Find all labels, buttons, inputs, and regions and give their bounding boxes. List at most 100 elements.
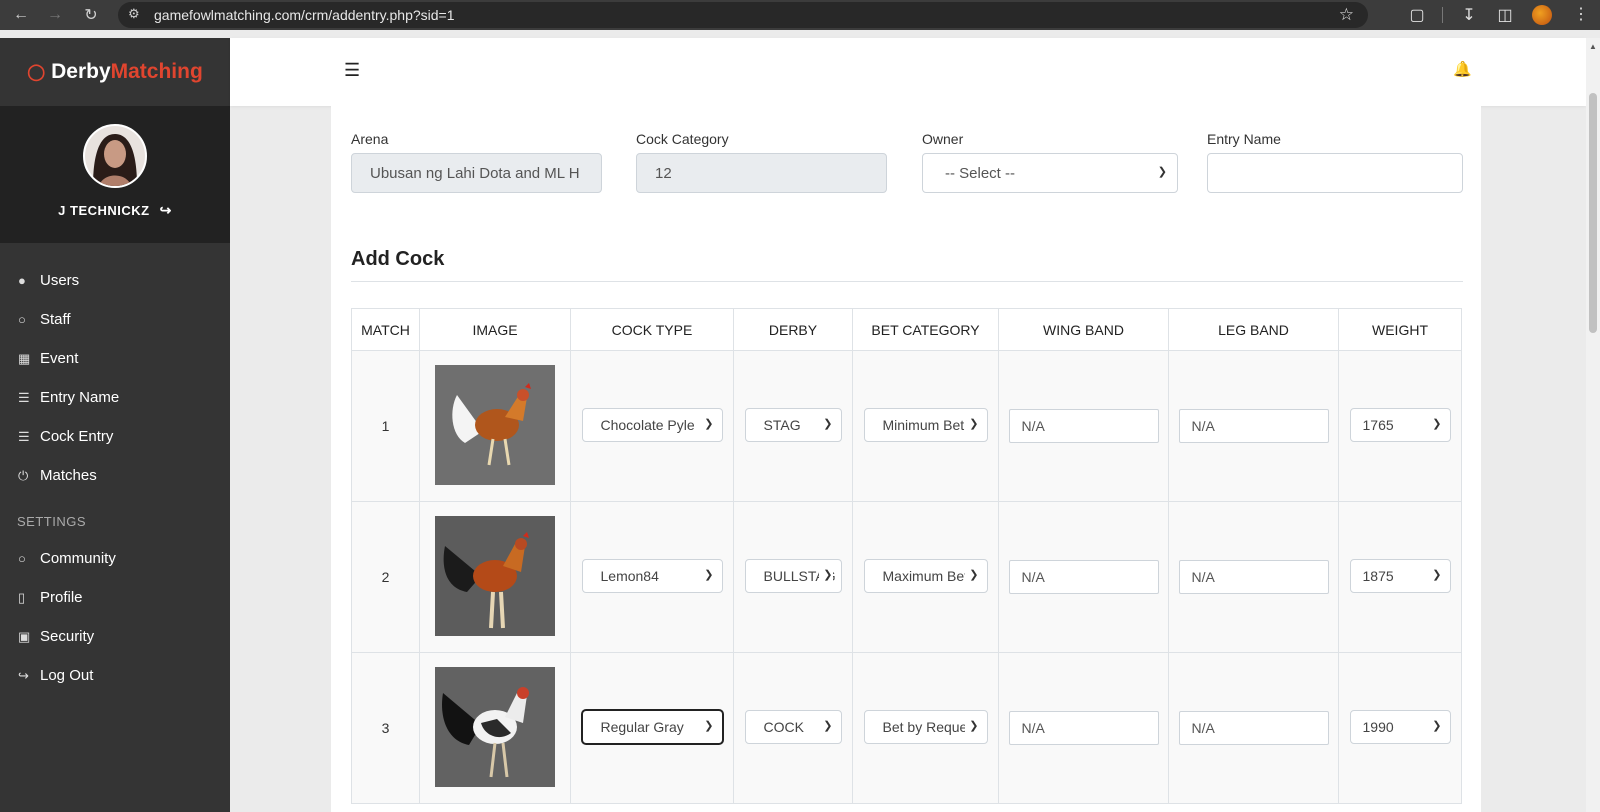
brand-logo[interactable]: ◯ Derby Matching: [0, 38, 230, 106]
toolbar-divider: [1442, 7, 1443, 23]
cock-type-value: Lemon84: [600, 567, 659, 584]
chevron-down-icon: ❯: [1428, 567, 1442, 581]
cock-type-select[interactable]: Chocolate Pyle ❯: [581, 407, 723, 442]
leg-band-input[interactable]: N/A: [1178, 711, 1329, 745]
scroll-thumb[interactable]: [1589, 93, 1597, 333]
chevron-down-icon: ❯: [965, 416, 979, 430]
leg-band-input[interactable]: N/A: [1178, 409, 1329, 443]
arena-label: Arena: [351, 131, 389, 147]
users-icon: ●: [18, 273, 26, 288]
weight-select[interactable]: 1990 ❯: [1349, 709, 1451, 744]
wing-band-input[interactable]: N/A: [1008, 409, 1159, 443]
user-name: J TECHNICKZ ↪: [58, 202, 172, 219]
bell-icon[interactable]: 🔔: [1453, 60, 1472, 78]
column-header-derby: DERBY: [733, 308, 853, 351]
derby-select[interactable]: BULLSTAG ❯: [744, 558, 842, 593]
browser-profile-avatar[interactable]: [1532, 5, 1552, 25]
logout-icon: ↪: [18, 667, 29, 683]
chevron-down-icon: ❯: [819, 567, 833, 581]
derby-cell: COCK ❯: [733, 652, 853, 804]
column-header-leg-band: LEG BAND: [1168, 308, 1339, 351]
reload-icon[interactable]: ↻: [80, 4, 102, 26]
wing-band-cell: N/A: [998, 350, 1169, 502]
download-icon[interactable]: ↧: [1458, 4, 1480, 26]
sidebar-item-label: Profile: [40, 589, 83, 606]
flame-icon: ◯: [27, 64, 46, 81]
sidebar-item-users[interactable]: ● Users: [0, 261, 230, 300]
sidebar: ◯ Derby Matching J TECHNICKZ ↪ ● Users ○ St…: [0, 38, 230, 812]
derby-value: COCK: [763, 718, 804, 735]
sidebar-item-community[interactable]: ○ Community: [0, 539, 230, 578]
bet-category-select[interactable]: Bet by Request ❯: [863, 709, 988, 744]
column-header-weight: WEIGHT: [1338, 308, 1462, 351]
site-info-icon[interactable]: ⚙: [128, 6, 140, 22]
hamburger-menu-icon[interactable]: ☰: [344, 60, 360, 81]
add-entry-card: Arena Ubusan ng Lahi Dota and ML H Cock …: [331, 106, 1481, 812]
sidebar-item-entry-name[interactable]: ☰ Entry Name: [0, 378, 230, 417]
leg-band-cell: N/A: [1168, 652, 1339, 804]
page-scrollbar[interactable]: ▲: [1586, 38, 1600, 812]
list-icon: ☰: [18, 428, 30, 444]
list-icon: ☰: [18, 389, 30, 405]
table-row: 1 Chocolate Pyle ❯ STAG ❯ Minimum Bet ❯ …: [351, 350, 1462, 502]
user-panel: J TECHNICKZ ↪: [0, 106, 230, 243]
scroll-up-arrow-icon[interactable]: ▲: [1589, 42, 1597, 51]
browser-menu-icon[interactable]: ⋮: [1573, 4, 1589, 24]
bet-category-select[interactable]: Maximum Bet ❯: [863, 558, 988, 593]
user-icon: ○: [18, 312, 26, 327]
cock-category-field: 12: [636, 153, 887, 193]
column-header-cock-type: COCK TYPE: [570, 308, 734, 351]
cock-type-select[interactable]: Lemon84 ❯: [581, 558, 723, 593]
cock-type-value: Chocolate Pyle: [600, 416, 695, 433]
rooster-image[interactable]: [435, 364, 555, 485]
bet-category-cell: Bet by Request ❯: [852, 652, 999, 804]
owner-label: Owner: [922, 131, 964, 147]
leg-band-input[interactable]: N/A: [1178, 560, 1329, 594]
bet-category-select[interactable]: Minimum Bet ❯: [863, 407, 988, 442]
sign-out-icon[interactable]: ↪: [160, 202, 172, 219]
chevron-down-icon: ❯: [1428, 718, 1442, 732]
calendar-icon: ▦: [18, 350, 31, 366]
brand-name-part2: Matching: [110, 60, 203, 83]
extensions-icon[interactable]: ▢: [1406, 4, 1428, 26]
sidebar-item-cock-entry[interactable]: ☰ Cock Entry: [0, 417, 230, 456]
sidebar-item-staff[interactable]: ○ Staff: [0, 300, 230, 339]
side-panel-icon[interactable]: ◫: [1494, 4, 1516, 26]
wing-band-input[interactable]: N/A: [1008, 711, 1159, 745]
table-header-row: MATCH IMAGE COCK TYPE DERBY BET CATEGORY…: [351, 308, 1462, 351]
sidebar-item-label: Cock Entry: [40, 428, 114, 445]
derby-select[interactable]: STAG ❯: [744, 407, 842, 442]
sidebar-item-matches[interactable]: ⏻ Matches: [0, 456, 230, 495]
cock-type-select[interactable]: Regular Gray ❯: [581, 709, 723, 744]
address-url[interactable]: gamefowlmatching.com/crm/addentry.php?si…: [154, 7, 455, 23]
table-row: 3 Regular Gray ❯ COCK ❯ Bet by Request ❯…: [351, 652, 1462, 804]
bookmark-star-icon[interactable]: ☆: [1339, 5, 1354, 25]
image-cell: [419, 652, 571, 804]
sidebar-item-profile[interactable]: ▯ Profile: [0, 578, 230, 617]
match-number: 1: [351, 350, 420, 502]
forward-icon[interactable]: →: [44, 4, 66, 26]
entry-name-input[interactable]: [1207, 153, 1463, 193]
address-bar[interactable]: ⚙ gamefowlmatching.com/crm/addentry.php?…: [118, 2, 1368, 28]
sidebar-item-event[interactable]: ▦ Event: [0, 339, 230, 378]
wing-band-cell: N/A: [998, 501, 1169, 653]
wing-band-input[interactable]: N/A: [1008, 560, 1159, 594]
owner-select[interactable]: -- Select -- ❯: [922, 153, 1178, 193]
sidebar-item-label: Entry Name: [40, 389, 120, 406]
bet-category-value: Bet by Request: [882, 718, 979, 735]
sidebar-item-security[interactable]: ▣ Security: [0, 617, 230, 656]
rooster-image[interactable]: [435, 515, 555, 636]
chevron-down-icon: ❯: [965, 718, 979, 732]
rooster-image[interactable]: [435, 666, 555, 787]
chevron-down-icon: ❯: [965, 567, 979, 581]
weight-select[interactable]: 1875 ❯: [1349, 558, 1451, 593]
chevron-down-icon: ❯: [700, 416, 714, 430]
column-header-image: IMAGE: [419, 308, 571, 351]
sidebar-item-label: Log Out: [40, 667, 94, 684]
chevron-down-icon: ❯: [700, 567, 714, 581]
back-icon[interactable]: ←: [10, 4, 32, 26]
sidebar-item-log-out[interactable]: ↪ Log Out: [0, 656, 230, 695]
derby-cell: STAG ❯: [733, 350, 853, 502]
weight-select[interactable]: 1765 ❯: [1349, 407, 1451, 442]
derby-select[interactable]: COCK ❯: [744, 709, 842, 744]
